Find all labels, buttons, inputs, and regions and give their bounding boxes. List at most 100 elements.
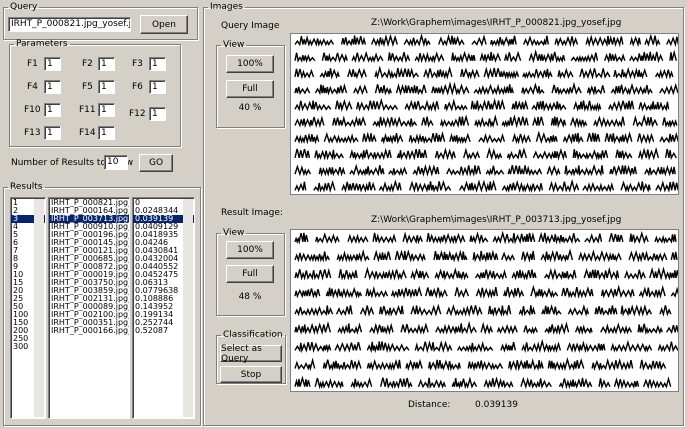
- results-rank-list[interactable]: 1 2 3 4 5 6 7 8 9 10 15 20 25 50 100 150 200 250 300: [10, 197, 46, 419]
- file-list-item[interactable]: IRHT_P_003750.jpg_y: [49, 279, 129, 287]
- file-list-item[interactable]: IRHT_P_000166.jpg_y: [49, 327, 129, 335]
- file-list-item[interactable]: IRHT_P_000145.jpg_y: [49, 239, 129, 247]
- file-list-item[interactable]: IRHT_P_003713.jpg_y: [49, 215, 129, 223]
- query-manuscript-image: [294, 34, 678, 194]
- file-list-item[interactable]: IRHT_P_000821.jpg_y: [49, 199, 129, 207]
- results-file-list[interactable]: IRHT_P_000821.jpg_y IRHT_P_000164.jpg_y IR…: [48, 197, 130, 419]
- file-list-item[interactable]: IRHT_P_000089.jpg_y: [49, 303, 129, 311]
- handwriting-stroke: [637, 323, 663, 336]
- handwriting-stroke: [294, 321, 332, 336]
- handwriting-stroke: [404, 99, 440, 113]
- param-input-f5[interactable]: 1: [98, 80, 115, 94]
- select-as-query-button[interactable]: Select as Query: [220, 344, 282, 364]
- handwriting-stroke: [531, 100, 567, 112]
- file-list-item[interactable]: IRHT_P_000872.jpg_y: [49, 263, 129, 271]
- handwriting-stroke: [574, 324, 593, 336]
- result-image-viewer[interactable]: [290, 229, 679, 392]
- param-label-f6: F6: [132, 82, 143, 92]
- rank-list-scrollbar[interactable]: [34, 199, 44, 417]
- handwriting-stroke: [550, 116, 567, 129]
- handwriting-stroke: [608, 233, 624, 242]
- handwriting-stroke: [474, 268, 507, 281]
- query-image-viewer[interactable]: [290, 33, 679, 195]
- param-label-f13: F13: [24, 128, 41, 138]
- param-input-f14[interactable]: 1: [98, 126, 115, 140]
- handwriting-stroke: [294, 251, 330, 263]
- handwriting-stroke: [480, 321, 493, 335]
- handwriting-stroke: [613, 377, 640, 390]
- handwriting-stroke: [638, 101, 670, 112]
- param-input-f4[interactable]: 1: [44, 80, 61, 94]
- handwriting-stroke: [511, 99, 529, 110]
- query-zoom-100-button[interactable]: 100%: [226, 55, 274, 73]
- handwriting-stroke: [659, 305, 672, 317]
- result-zoom-full-button[interactable]: Full: [226, 265, 274, 283]
- handwriting-stroke: [644, 34, 661, 48]
- handwriting-stroke: [501, 114, 529, 129]
- file-list-item[interactable]: IRHT_P_000685.jpg_y: [49, 255, 129, 263]
- handwriting-stroke: [341, 181, 376, 193]
- handwriting-stroke: [332, 115, 367, 128]
- handwriting-stroke: [294, 341, 332, 354]
- param-input-f1[interactable]: 1: [44, 57, 61, 71]
- handwriting-stroke: [353, 84, 368, 96]
- handwriting-stroke: [315, 232, 340, 244]
- handwriting-stroke: [319, 68, 340, 80]
- param-input-f11[interactable]: 1: [98, 103, 115, 117]
- param-label-f5: F5: [82, 82, 93, 92]
- handwriting-stroke: [467, 360, 504, 372]
- file-list-item[interactable]: IRHT_P_000196.jpg_y: [49, 231, 129, 239]
- handwriting-stroke: [423, 65, 453, 80]
- file-list-item[interactable]: IRHT_P_000910.jpg_y: [49, 223, 129, 231]
- param-input-f6[interactable]: 1: [149, 80, 166, 94]
- stop-button[interactable]: Stop: [220, 366, 282, 383]
- handwriting-stroke: [458, 179, 497, 193]
- handwriting-stroke: [369, 322, 394, 336]
- handwriting-stroke: [294, 375, 311, 387]
- handwriting-stroke: [573, 100, 602, 113]
- handwriting-stroke: [670, 251, 678, 261]
- handwriting-stroke: [659, 82, 678, 96]
- handwriting-stroke: [564, 163, 604, 177]
- handwriting-stroke: [518, 305, 536, 317]
- query-filename-field[interactable]: IRHT_P_000821.jpg_yosef.jpg: [8, 17, 131, 32]
- open-button[interactable]: Open: [140, 15, 188, 34]
- param-input-f10[interactable]: 1: [44, 103, 61, 117]
- handwriting-stroke: [402, 231, 423, 245]
- result-zoom-100-button[interactable]: 100%: [226, 241, 274, 259]
- query-zoom-full-button[interactable]: Full: [226, 80, 274, 98]
- param-input-f3[interactable]: 1: [149, 57, 166, 71]
- file-list-item[interactable]: IRHT_P_000164.jpg_y: [49, 207, 129, 215]
- handwriting-stroke: [294, 232, 309, 245]
- handwriting-stroke: [473, 83, 514, 96]
- param-input-f12[interactable]: 1: [149, 107, 166, 121]
- query-legend: Query: [10, 2, 38, 12]
- file-list-item[interactable]: IRHT_P_002131.jpg_y: [49, 295, 129, 303]
- handwriting-stroke: [378, 304, 404, 317]
- file-list-item[interactable]: IRHT_P_003859.jpg_y: [49, 287, 129, 295]
- param-input-f13[interactable]: 1: [44, 126, 61, 140]
- handwriting-stroke: [394, 249, 426, 263]
- handwriting-stroke: [410, 303, 442, 317]
- file-list-item[interactable]: IRHT_P_002100.jpg_y: [49, 311, 129, 319]
- handwriting-stroke: [439, 114, 470, 128]
- handwriting-stroke: [472, 249, 499, 263]
- file-list-item[interactable]: IRHT_P_000019.jpg_y: [49, 271, 129, 279]
- handwriting-stroke: [500, 341, 516, 353]
- handwriting-stroke: [314, 149, 344, 161]
- handwriting-stroke: [532, 116, 545, 126]
- handwriting-stroke: [649, 266, 678, 281]
- distance-value: 0.039139: [475, 400, 518, 410]
- distance-list-scrollbar[interactable]: [183, 199, 193, 417]
- param-input-f2[interactable]: 1: [98, 57, 115, 71]
- num-results-input[interactable]: 10: [104, 155, 128, 170]
- file-list-item[interactable]: IRHT_P_000121.jpg_y: [49, 247, 129, 255]
- go-button[interactable]: GO: [139, 154, 173, 172]
- handwriting-stroke: [321, 52, 348, 63]
- file-list-item[interactable]: IRHT_P_000351.jpg_y: [49, 319, 129, 327]
- handwriting-stroke: [335, 305, 353, 317]
- handwriting-stroke: [610, 339, 653, 353]
- handwriting-stroke: [530, 284, 559, 299]
- results-distance-list[interactable]: 0 0.0248344 0.039139 0.0409129 0.0418935 0.04…: [132, 197, 195, 419]
- handwriting-stroke: [294, 132, 320, 145]
